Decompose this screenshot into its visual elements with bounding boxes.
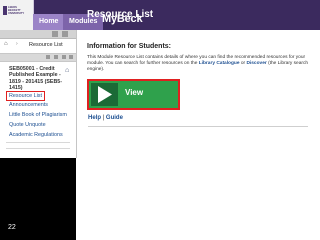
library-catalogue-link[interactable]: Library Catalogue bbox=[199, 61, 240, 66]
course-title[interactable]: SEB05001 - Credit Published Example - 18… bbox=[9, 66, 64, 91]
breadcrumb-separator-icon: › bbox=[16, 41, 18, 47]
logo-mark-icon bbox=[3, 6, 7, 15]
guide-link[interactable]: Guide bbox=[106, 115, 123, 121]
play-icon bbox=[98, 86, 112, 103]
top-header: Leeds Beckett University Home Modules My… bbox=[0, 0, 320, 30]
menu-item-resource-list[interactable]: Resource List bbox=[6, 91, 45, 101]
menu-options-icon[interactable] bbox=[62, 55, 66, 59]
breadcrumb-current: Resource List bbox=[29, 42, 63, 48]
menu-item-announcements[interactable]: Announcements bbox=[9, 102, 48, 108]
menu-item-little-book-of-plagiarism[interactable]: Little Book of Plagiarism bbox=[9, 112, 67, 118]
page-title: Resource List bbox=[87, 9, 154, 20]
course-menu-panel: ⌂ › Resource List SEB05001 - Credit Publ… bbox=[0, 30, 77, 158]
help-links: Help | Guide bbox=[88, 115, 123, 121]
refresh-menu-icon[interactable] bbox=[54, 55, 58, 59]
menu-head-bar bbox=[0, 53, 76, 62]
view-button[interactable]: View bbox=[87, 79, 180, 110]
view-button-label: View bbox=[125, 88, 144, 97]
university-logo[interactable]: Leeds Beckett University bbox=[0, 0, 34, 30]
menu-toolbar bbox=[0, 30, 76, 39]
intro-text: This Module Resource List contains detai… bbox=[87, 55, 309, 72]
play-icon-box bbox=[91, 83, 118, 106]
menu-divider bbox=[6, 148, 70, 149]
discover-link[interactable]: Discover bbox=[246, 61, 266, 66]
breadcrumb: ⌂ › Resource List bbox=[0, 41, 76, 50]
section-heading: Information for Students: bbox=[87, 43, 171, 50]
link-separator: | bbox=[102, 115, 105, 121]
course-home-icon[interactable]: ⌂ bbox=[65, 67, 69, 74]
menu-item-quote-unquote[interactable]: Quote Unquote bbox=[9, 122, 46, 128]
slide-number: 22 bbox=[8, 224, 16, 231]
home-icon[interactable]: ⌂ bbox=[4, 41, 8, 47]
content-divider bbox=[88, 126, 308, 127]
menu-view-icon[interactable] bbox=[69, 55, 73, 59]
menu-divider bbox=[6, 142, 70, 143]
help-link[interactable]: Help bbox=[88, 115, 101, 121]
menu-toggle-icon[interactable] bbox=[52, 31, 58, 37]
logo-line-3: University bbox=[8, 12, 25, 15]
menu-collapse-icon[interactable] bbox=[62, 31, 68, 37]
menu-item-academic-regulations[interactable]: Academic Regulations bbox=[9, 132, 63, 138]
add-menu-item-icon[interactable] bbox=[46, 55, 50, 59]
